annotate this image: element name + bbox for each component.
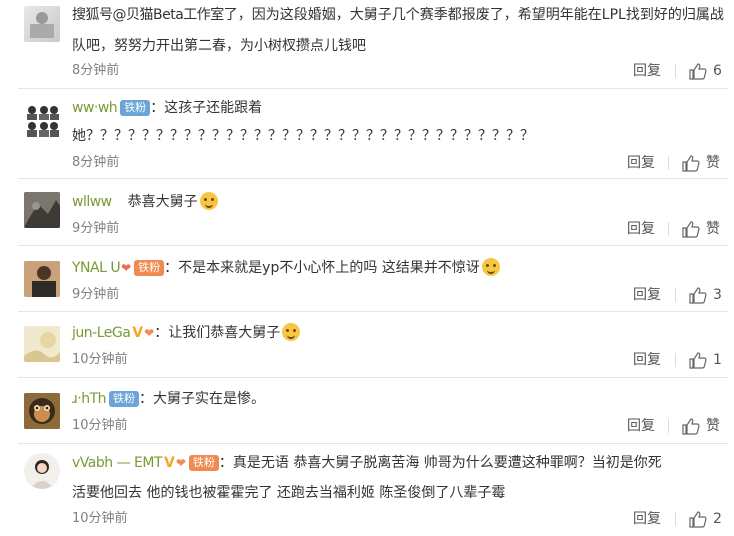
like-count: 6 [713, 63, 722, 79]
fan-badge: 铁粉 [188, 455, 219, 471]
thumbs-up-icon [689, 510, 707, 528]
thumbs-up-icon [682, 220, 700, 238]
divider-vertical [668, 156, 669, 170]
timestamp: 10分钟前 [72, 511, 128, 526]
thumbs-up-icon [682, 154, 700, 172]
avatar[interactable] [24, 453, 60, 489]
like-button[interactable]: 赞 [682, 220, 720, 238]
reply-button[interactable]: 回复 [633, 510, 661, 528]
comment-item: vVabh — EMT V❤ 铁粉 ：真是无语 恭喜大舅子脱离苦海 帅哥为什么要遭这种… [0, 443, 734, 536]
reply-button[interactable]: 回复 [633, 351, 661, 369]
like-count: 3 [713, 287, 722, 303]
username[interactable]: vVabh — EMT [72, 455, 163, 471]
comment-text: wllww 恭喜大舅子 [72, 192, 218, 212]
comment-text: ww‧wh 铁粉 ：这孩子还能跟着 [72, 100, 263, 116]
avatar[interactable] [24, 192, 60, 228]
comment-text-continued: 她？？？？？？？？？？？？？？？？？？？？？？？？？？？？？？？？ [72, 128, 534, 144]
timestamp: 9分钟前 [72, 221, 120, 236]
comment-item: ɹ‧hTh 铁粉 ：大舅子实在是惨。 10分钟前 回复 赞 [0, 377, 734, 444]
avatar[interactable] [24, 6, 60, 42]
verified-v-icon: V [132, 325, 144, 341]
comment-text: vVabh — EMT V❤ 铁粉 ：真是无语 恭喜大舅子脱离苦海 帅哥为什么要遭这种… [72, 455, 662, 471]
comment-item: 搜狐号@贝猫Beta工作室了，因为这段婚姻，大舅子几个赛季都报废了，希望明年能在… [0, 0, 734, 89]
reply-button[interactable]: 回复 [633, 286, 661, 304]
reply-button[interactable]: 回复 [627, 154, 655, 172]
reply-button[interactable]: 回复 [627, 220, 655, 238]
like-button[interactable]: 6 [689, 62, 722, 80]
like-count: 赞 [706, 155, 720, 171]
divider-vertical [668, 419, 669, 433]
fan-badge: 铁粉 [120, 100, 151, 116]
fan-badge: 铁粉 [134, 260, 165, 276]
divider-vertical [675, 288, 676, 302]
divider-vertical [675, 64, 676, 78]
timestamp: 10分钟前 [72, 418, 128, 433]
username[interactable]: YNAL U [72, 260, 121, 276]
comment-item: wllww 恭喜大舅子 9分钟前 回复 赞 [0, 178, 734, 246]
username[interactable]: wllww [72, 194, 112, 210]
timestamp: 10分钟前 [72, 352, 128, 367]
username[interactable]: 搜狐号@贝猫Beta工作室 [72, 7, 224, 23]
timestamp: 8分钟前 [72, 63, 120, 78]
like-count: 赞 [706, 221, 720, 237]
comment-item: ww‧wh 铁粉 ：这孩子还能跟着 她？？？？？？？？？？？？？？？？？？？？？？？… [0, 88, 734, 179]
heart-icon: ❤ [144, 326, 155, 340]
like-count: 1 [713, 352, 722, 368]
divider-vertical [675, 512, 676, 526]
comment-text: jun-LeGa V❤：让我们恭喜大舅子 [72, 323, 301, 343]
crying-emoji-icon [282, 323, 301, 341]
fan-badge: 铁粉 [109, 391, 140, 407]
comment-text: ɹ‧hTh 铁粉 ：大舅子实在是惨。 [72, 391, 266, 407]
verified-v-icon: V [164, 455, 175, 471]
like-button[interactable]: 赞 [682, 417, 720, 435]
comment-item: YNAL U❤ 铁粉 ：不是本来就是yp不小心怀上的吗 这结果并不惊讶 9分钟前 回… [0, 245, 734, 312]
comment-text-continued: 活要他回去 他的钱也被霍霍完了 还跑去当福利姬 陈圣俊倒了八辈子霉 [72, 485, 506, 501]
sweat-emoji-icon [481, 258, 500, 276]
avatar[interactable] [24, 393, 60, 429]
thumbs-up-icon [689, 286, 707, 304]
thumbs-up-icon [689, 351, 707, 369]
timestamp: 9分钟前 [72, 287, 120, 302]
thumbs-up-icon [682, 417, 700, 435]
comment-text-continued: 队吧，努努力开出第二春，为小树杈攒点儿钱吧 [72, 38, 366, 54]
username[interactable]: ww‧wh [72, 100, 118, 116]
heart-icon: ❤ [175, 456, 186, 470]
divider-vertical [668, 222, 669, 236]
avatar[interactable] [24, 261, 60, 297]
avatar[interactable] [24, 326, 60, 362]
smile-emoji-icon [199, 192, 218, 210]
heart-icon: ❤ [121, 261, 132, 275]
like-count: 2 [713, 511, 722, 527]
timestamp: 8分钟前 [72, 155, 120, 170]
thumbs-up-icon [689, 62, 707, 80]
comment-text: 搜狐号@贝猫Beta工作室了，因为这段婚姻，大舅子几个赛季都报废了，希望明年能在… [72, 7, 724, 23]
comment-text: YNAL U❤ 铁粉 ：不是本来就是yp不小心怀上的吗 这结果并不惊讶 [72, 258, 500, 278]
like-button[interactable]: 2 [689, 510, 722, 528]
reply-button[interactable]: 回复 [627, 417, 655, 435]
reply-button[interactable]: 回复 [633, 62, 661, 80]
comment-item: jun-LeGa V❤：让我们恭喜大舅子 10分钟前 回复 1 [0, 311, 734, 378]
username[interactable]: ɹ‧hTh [72, 391, 107, 407]
like-button[interactable]: 3 [689, 286, 722, 304]
like-button[interactable]: 1 [689, 351, 722, 369]
avatar[interactable] [24, 102, 60, 138]
divider-vertical [675, 353, 676, 367]
username[interactable]: jun-LeGa [72, 325, 131, 341]
like-count: 赞 [706, 418, 720, 434]
like-button[interactable]: 赞 [682, 154, 720, 172]
